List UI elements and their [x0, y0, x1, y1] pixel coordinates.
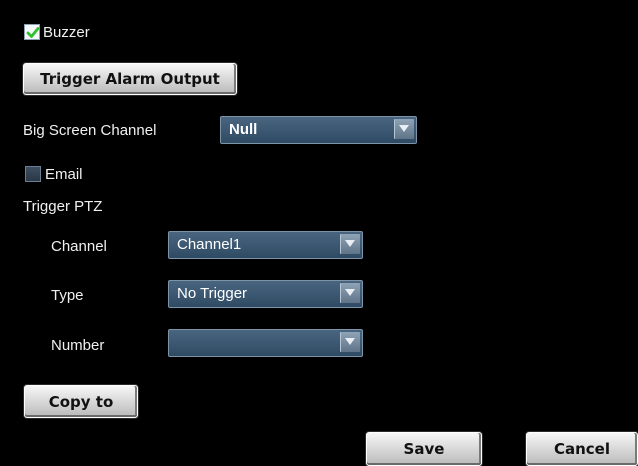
big-screen-channel-label: Big Screen Channel: [23, 122, 157, 139]
big-screen-channel-select[interactable]: Null: [220, 116, 417, 144]
big-screen-channel-value: Null: [229, 121, 258, 138]
copy-to-button[interactable]: Copy to: [24, 385, 138, 418]
buzzer-label: Buzzer: [43, 24, 90, 41]
ptz-channel-label: Channel: [51, 238, 107, 255]
copy-to-label: Copy to: [48, 392, 114, 411]
ptz-channel-select[interactable]: Channel1: [168, 231, 363, 259]
chevron-down-icon[interactable]: [340, 283, 360, 303]
chevron-down-icon[interactable]: [394, 119, 414, 139]
cancel-button[interactable]: Cancel: [526, 432, 638, 466]
trigger-alarm-output-label: Trigger Alarm Output: [40, 70, 220, 88]
checkmark-icon: [26, 27, 40, 38]
buzzer-checkbox[interactable]: [24, 24, 40, 40]
save-label: Save: [403, 440, 445, 458]
ptz-channel-value: Channel1: [177, 236, 242, 253]
ptz-type-value: No Trigger: [177, 285, 248, 302]
chevron-down-icon[interactable]: [340, 332, 360, 352]
ptz-type-select[interactable]: No Trigger: [168, 280, 363, 308]
trigger-alarm-output-button[interactable]: Trigger Alarm Output: [23, 63, 237, 95]
save-button[interactable]: Save: [366, 432, 482, 466]
email-checkbox[interactable]: [25, 166, 41, 182]
email-label: Email: [45, 166, 83, 183]
ptz-number-select[interactable]: [168, 329, 363, 357]
ptz-type-label: Type: [51, 287, 84, 304]
chevron-down-icon[interactable]: [340, 234, 360, 254]
ptz-number-label: Number: [51, 337, 105, 354]
cancel-label: Cancel: [553, 440, 610, 458]
trigger-ptz-heading: Trigger PTZ: [23, 198, 103, 215]
